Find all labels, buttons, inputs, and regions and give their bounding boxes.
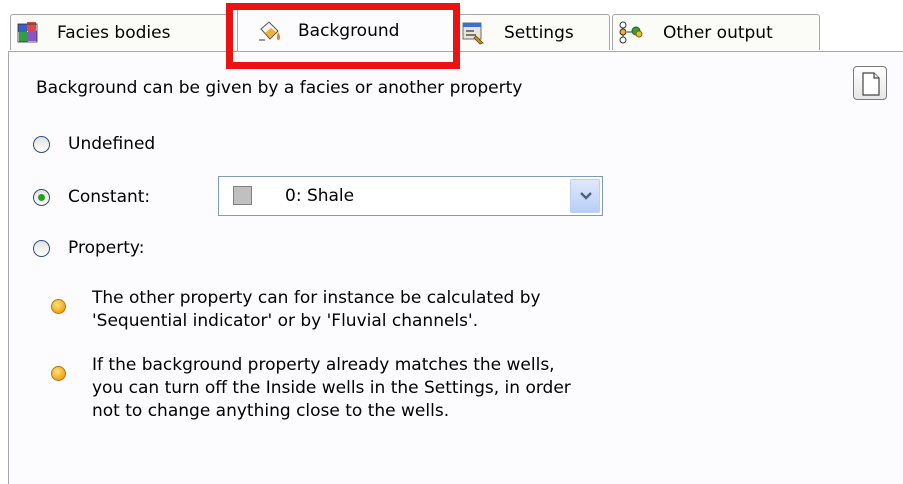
facies-color-swatch xyxy=(233,186,252,205)
hint-2-line-2: you can turn off the Inside wells in the… xyxy=(92,378,571,398)
radio-property[interactable]: Property: xyxy=(33,238,144,258)
hint-text-2: If the background property already match… xyxy=(92,354,571,423)
blank-page-icon xyxy=(862,72,880,96)
constant-facies-value: 0: Shale xyxy=(285,186,355,206)
settings-icon xyxy=(460,20,486,46)
tab-bar: Facies bodies Background Settings Other … xyxy=(0,0,903,52)
panel-description: Background can be given by a facies or a… xyxy=(36,78,523,98)
radio-constant[interactable]: Constant: xyxy=(33,187,150,207)
radio-undefined[interactable]: Undefined xyxy=(33,134,155,154)
tab-facies-bodies[interactable]: Facies bodies xyxy=(10,14,230,50)
tab-other-output-label: Other output xyxy=(663,22,773,43)
dropdown-arrow-button[interactable] xyxy=(570,179,600,213)
hint-1-line-2: 'Sequential indicator' or by 'Fluvial ch… xyxy=(92,311,479,331)
radio-constant-button[interactable] xyxy=(33,188,50,206)
facies-bodies-icon xyxy=(15,20,41,46)
hint-1-line-1: The other property can for instance be c… xyxy=(92,288,541,308)
radio-undefined-button[interactable] xyxy=(33,135,50,153)
radio-property-label: Property: xyxy=(68,238,145,258)
hint-text-1: The other property can for instance be c… xyxy=(92,287,541,333)
radio-undefined-label: Undefined xyxy=(68,134,156,154)
tab-background-label: Background xyxy=(298,21,400,41)
constant-facies-dropdown[interactable]: 0: Shale xyxy=(218,176,603,216)
hint-2-line-3: not to change anything close to the well… xyxy=(92,401,450,421)
hint-bullet-icon xyxy=(51,299,66,314)
page-button[interactable] xyxy=(853,66,887,100)
tab-settings-label: Settings xyxy=(504,22,574,43)
other-output-icon xyxy=(617,20,643,46)
tab-other-output[interactable]: Other output xyxy=(612,14,820,50)
radio-property-button[interactable] xyxy=(33,239,50,257)
tab-facies-bodies-label: Facies bodies xyxy=(57,22,171,43)
tab-settings[interactable]: Settings xyxy=(455,14,610,50)
radio-constant-label: Constant: xyxy=(68,187,151,207)
hint-bullet-icon xyxy=(51,366,66,381)
tab-background[interactable]: Background xyxy=(237,4,455,52)
hint-2-line-1: If the background property already match… xyxy=(92,355,555,375)
paint-bucket-icon xyxy=(256,20,284,44)
chevron-down-icon xyxy=(580,192,592,200)
